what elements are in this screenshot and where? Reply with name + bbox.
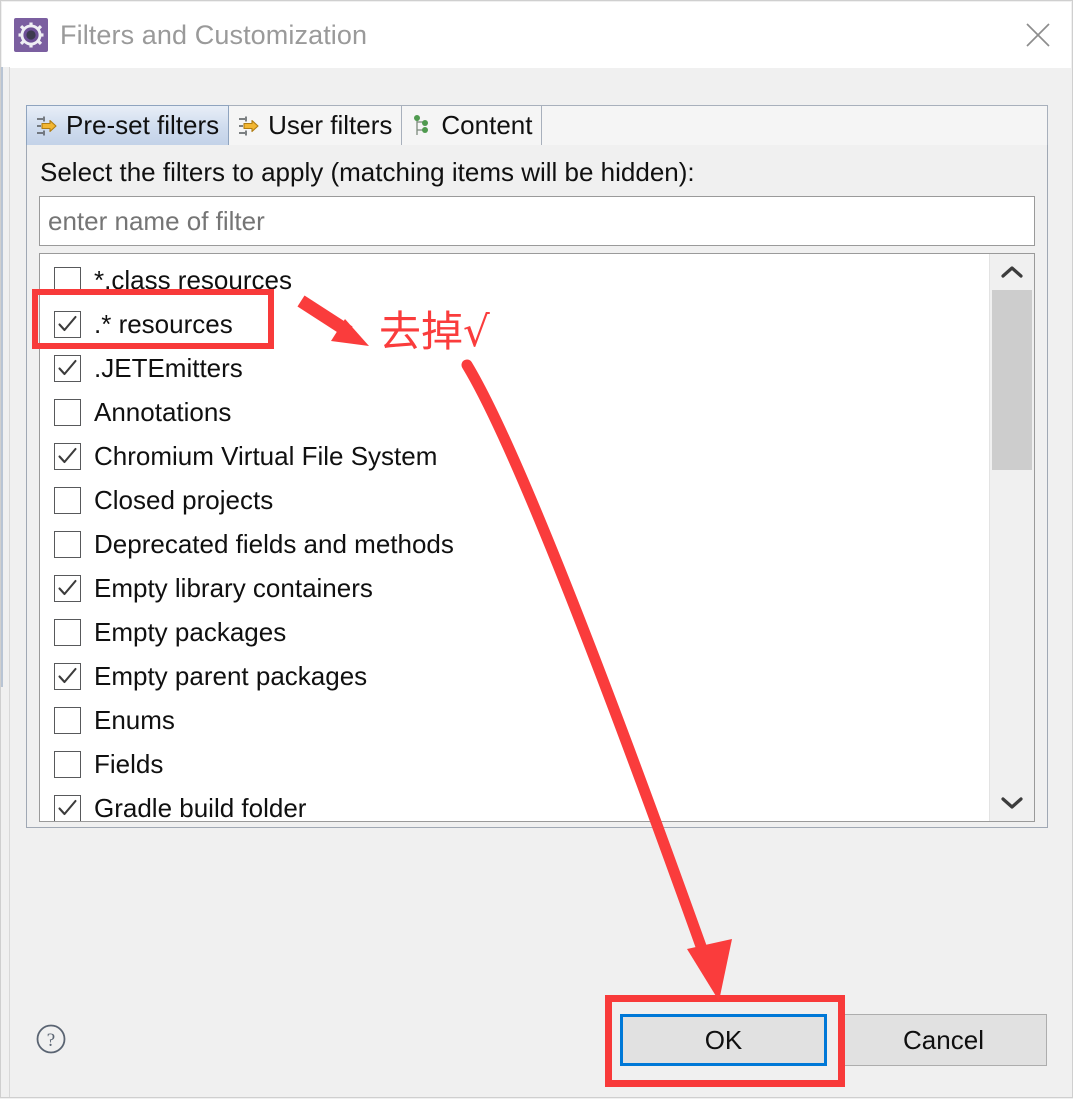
filter-list-item-label: Chromium Virtual File System [94, 441, 438, 471]
filter-name-input[interactable] [39, 196, 1035, 246]
filter-list-item-label: Empty packages [94, 617, 287, 647]
filter-list-item[interactable]: Empty library containers [40, 566, 990, 610]
ok-button[interactable]: OK [620, 1014, 827, 1066]
instruction-label: Select the filters to apply (matching it… [40, 157, 695, 187]
checkbox-unchecked-icon[interactable] [54, 618, 81, 646]
filter-list: *.class resources .* resources .JETEmitter… [40, 254, 990, 821]
vertical-scrollbar[interactable] [989, 254, 1034, 821]
checkbox-checked-icon[interactable] [54, 662, 81, 690]
filter-list-item-label: Fields [94, 749, 164, 779]
filter-list-item[interactable]: Enums [40, 698, 990, 742]
filter-list-item[interactable]: Fields [40, 742, 990, 786]
tab-strip-filler [541, 105, 1048, 145]
filter-list-item-label: Deprecated fields and methods [94, 529, 454, 559]
filter-list-box: *.class resources .* resources .JETEmitter… [39, 253, 1035, 822]
checkbox-unchecked-icon[interactable] [54, 706, 81, 734]
filter-list-item[interactable]: *.class resources [40, 258, 990, 302]
close-icon[interactable] [1005, 3, 1071, 67]
filter-list-item[interactable]: Gradle build folder [40, 786, 990, 822]
help-question-icon[interactable]: ? [35, 1023, 67, 1055]
filter-list-item[interactable]: Annotations [40, 390, 990, 434]
tab-label: Pre-set filters [66, 110, 220, 140]
tab-folder: Pre-set filters User filters Content Sel… [26, 105, 1048, 828]
checkbox-checked-icon[interactable] [54, 310, 81, 338]
checkbox-unchecked-icon[interactable] [54, 486, 81, 514]
filter-list-item-label: Gradle build folder [94, 793, 307, 822]
window-left-edge-accent [1, 67, 3, 687]
checkbox-checked-icon[interactable] [54, 574, 81, 602]
filter-list-item[interactable]: .JETEmitters [40, 346, 990, 390]
checkbox-checked-icon[interactable] [54, 354, 81, 382]
filter-list-item[interactable]: Empty packages [40, 610, 990, 654]
dialog-button-row: OK Cancel [620, 1014, 1047, 1066]
filter-list-item[interactable]: Closed projects [40, 478, 990, 522]
title-bar: Filters and Customization [2, 2, 1071, 68]
filter-list-item-label: *.class resources [94, 265, 292, 295]
checkbox-checked-icon[interactable] [54, 794, 81, 821]
tab-pre-set-filters[interactable]: Pre-set filters [26, 105, 230, 145]
checkbox-unchecked-icon[interactable] [54, 398, 81, 426]
filters-and-customization-dialog: Filters and Customization Pre-set filter… [0, 0, 1073, 1098]
scroll-up-chevron-up-icon[interactable] [990, 254, 1034, 290]
filter-arrow-icon [37, 116, 57, 135]
checkbox-checked-icon[interactable] [54, 442, 81, 470]
scrollbar-thumb[interactable] [992, 290, 1032, 470]
filter-list-item[interactable]: Chromium Virtual File System [40, 434, 990, 478]
filter-list-item[interactable]: .* resources [40, 302, 990, 346]
svg-text:?: ? [47, 1030, 55, 1051]
filter-list-item-label: Empty parent packages [94, 661, 368, 691]
tab-label: User filters [268, 110, 393, 140]
tab-label: Content [441, 110, 533, 140]
filter-arrow-icon [239, 116, 259, 135]
filter-list-item-label: .JETEmitters [94, 353, 243, 383]
app-gear-icon [14, 18, 48, 52]
scroll-down-chevron-down-icon[interactable] [990, 785, 1034, 821]
filter-list-item-label: .* resources [94, 309, 233, 339]
filter-list-item-label: Annotations [94, 397, 232, 427]
filter-list-item-label: Empty library containers [94, 573, 373, 603]
checkbox-unchecked-icon[interactable] [54, 266, 81, 294]
checkbox-unchecked-icon[interactable] [54, 750, 81, 778]
content-tree-icon [414, 114, 429, 135]
tab-panel-pre-set-filters: Select the filters to apply (matching it… [26, 145, 1048, 828]
dialog-title: Filters and Customization [60, 19, 368, 50]
filter-list-item-label: Closed projects [94, 485, 274, 515]
filter-list-item-label: Enums [94, 705, 175, 735]
cancel-button[interactable]: Cancel [840, 1014, 1047, 1066]
filter-list-item[interactable]: Deprecated fields and methods [40, 522, 990, 566]
filter-list-item[interactable]: Empty parent packages [40, 654, 990, 698]
tab-strip: Pre-set filters User filters Content [26, 105, 1048, 146]
tab-user-filters[interactable]: User filters [228, 105, 403, 145]
tab-content[interactable]: Content [401, 105, 543, 145]
checkbox-unchecked-icon[interactable] [54, 530, 81, 558]
